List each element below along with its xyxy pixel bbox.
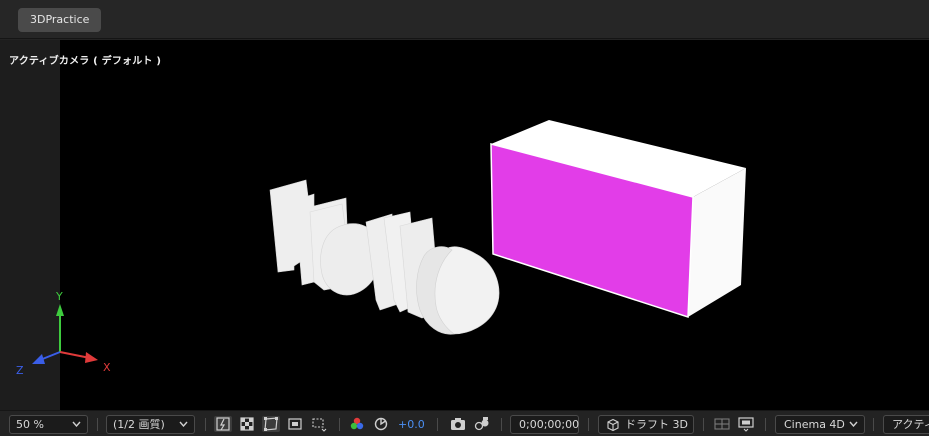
toolbar-divider [339,418,340,431]
grid-guides-icon[interactable] [310,416,328,432]
toolbar-divider [588,418,589,431]
draft-3d-icon [607,418,619,432]
tab-3dpractice[interactable]: 3DPractice [18,8,102,32]
timecode-value: 0;00;00;00 [519,418,580,431]
chevron-down-icon [179,421,188,427]
toolbar-divider [703,418,704,431]
resolution-value: (1/2 画質) [113,418,165,431]
y-axis-label: Y [55,290,63,303]
zoom-dropdown[interactable]: 50 % [9,415,88,434]
show-snapshot-icon[interactable] [473,416,491,432]
toolbar-divider [501,418,502,431]
y-axis-arrow [56,304,64,316]
channels-icon[interactable] [348,416,366,432]
region-of-interest-icon[interactable] [286,416,304,432]
3d-view-dropdown[interactable]: アクティ [883,415,929,434]
toolbar-divider [97,418,98,431]
renderer-value: Cinema 4D [784,418,845,431]
fast-previews-icon[interactable] [214,416,232,432]
exposure-value[interactable]: +0.0 [398,415,425,434]
z-axis-label: Z [16,364,24,377]
toolbar-divider [765,418,766,431]
draft-3d-toggle[interactable]: ドラフト 3D [598,415,694,434]
current-time-display[interactable]: 0;00;00;00 [510,415,579,434]
3d-box-layer[interactable] [490,120,746,319]
toolbar-divider [437,418,438,431]
chevron-down-icon [72,421,81,427]
extended-viewer-icon[interactable] [737,416,755,432]
viewer-tab-bar: 3DPractice [0,0,929,39]
toolbar-divider [205,418,206,431]
x-axis-label: X [103,361,111,374]
draft-3d-label: ドラフト 3D [625,418,688,431]
toolbar-divider [873,418,874,431]
axis-gizmo: Y X Z [16,290,111,377]
mask-path-visibility-icon[interactable] [262,416,280,432]
ground-plane-icon[interactable] [713,416,731,432]
chevron-down-icon [849,421,858,427]
transparency-grid-icon[interactable] [238,416,256,432]
3d-text-layer[interactable] [269,179,500,335]
reset-exposure-icon[interactable] [372,416,390,432]
viewer-toolbar: 50 % (1/2 画質) +0.0 0;00;00;00 ドラフト 3D Ci… [0,410,929,436]
3d-scene[interactable] [0,40,929,410]
resolution-dropdown[interactable]: (1/2 画質) [106,415,195,434]
camera-snapshot-icon[interactable] [449,416,467,432]
composition-viewer-panel: 3DPractice アクティブカメラ ( デフォルト ) Y X Z 50 %… [0,0,929,436]
zoom-value: 50 % [16,418,44,431]
z-axis-arrow [32,354,45,364]
renderer-dropdown[interactable]: Cinema 4D [775,415,865,434]
x-axis-arrow [85,352,98,363]
3d-view-value: アクティ [892,418,929,431]
